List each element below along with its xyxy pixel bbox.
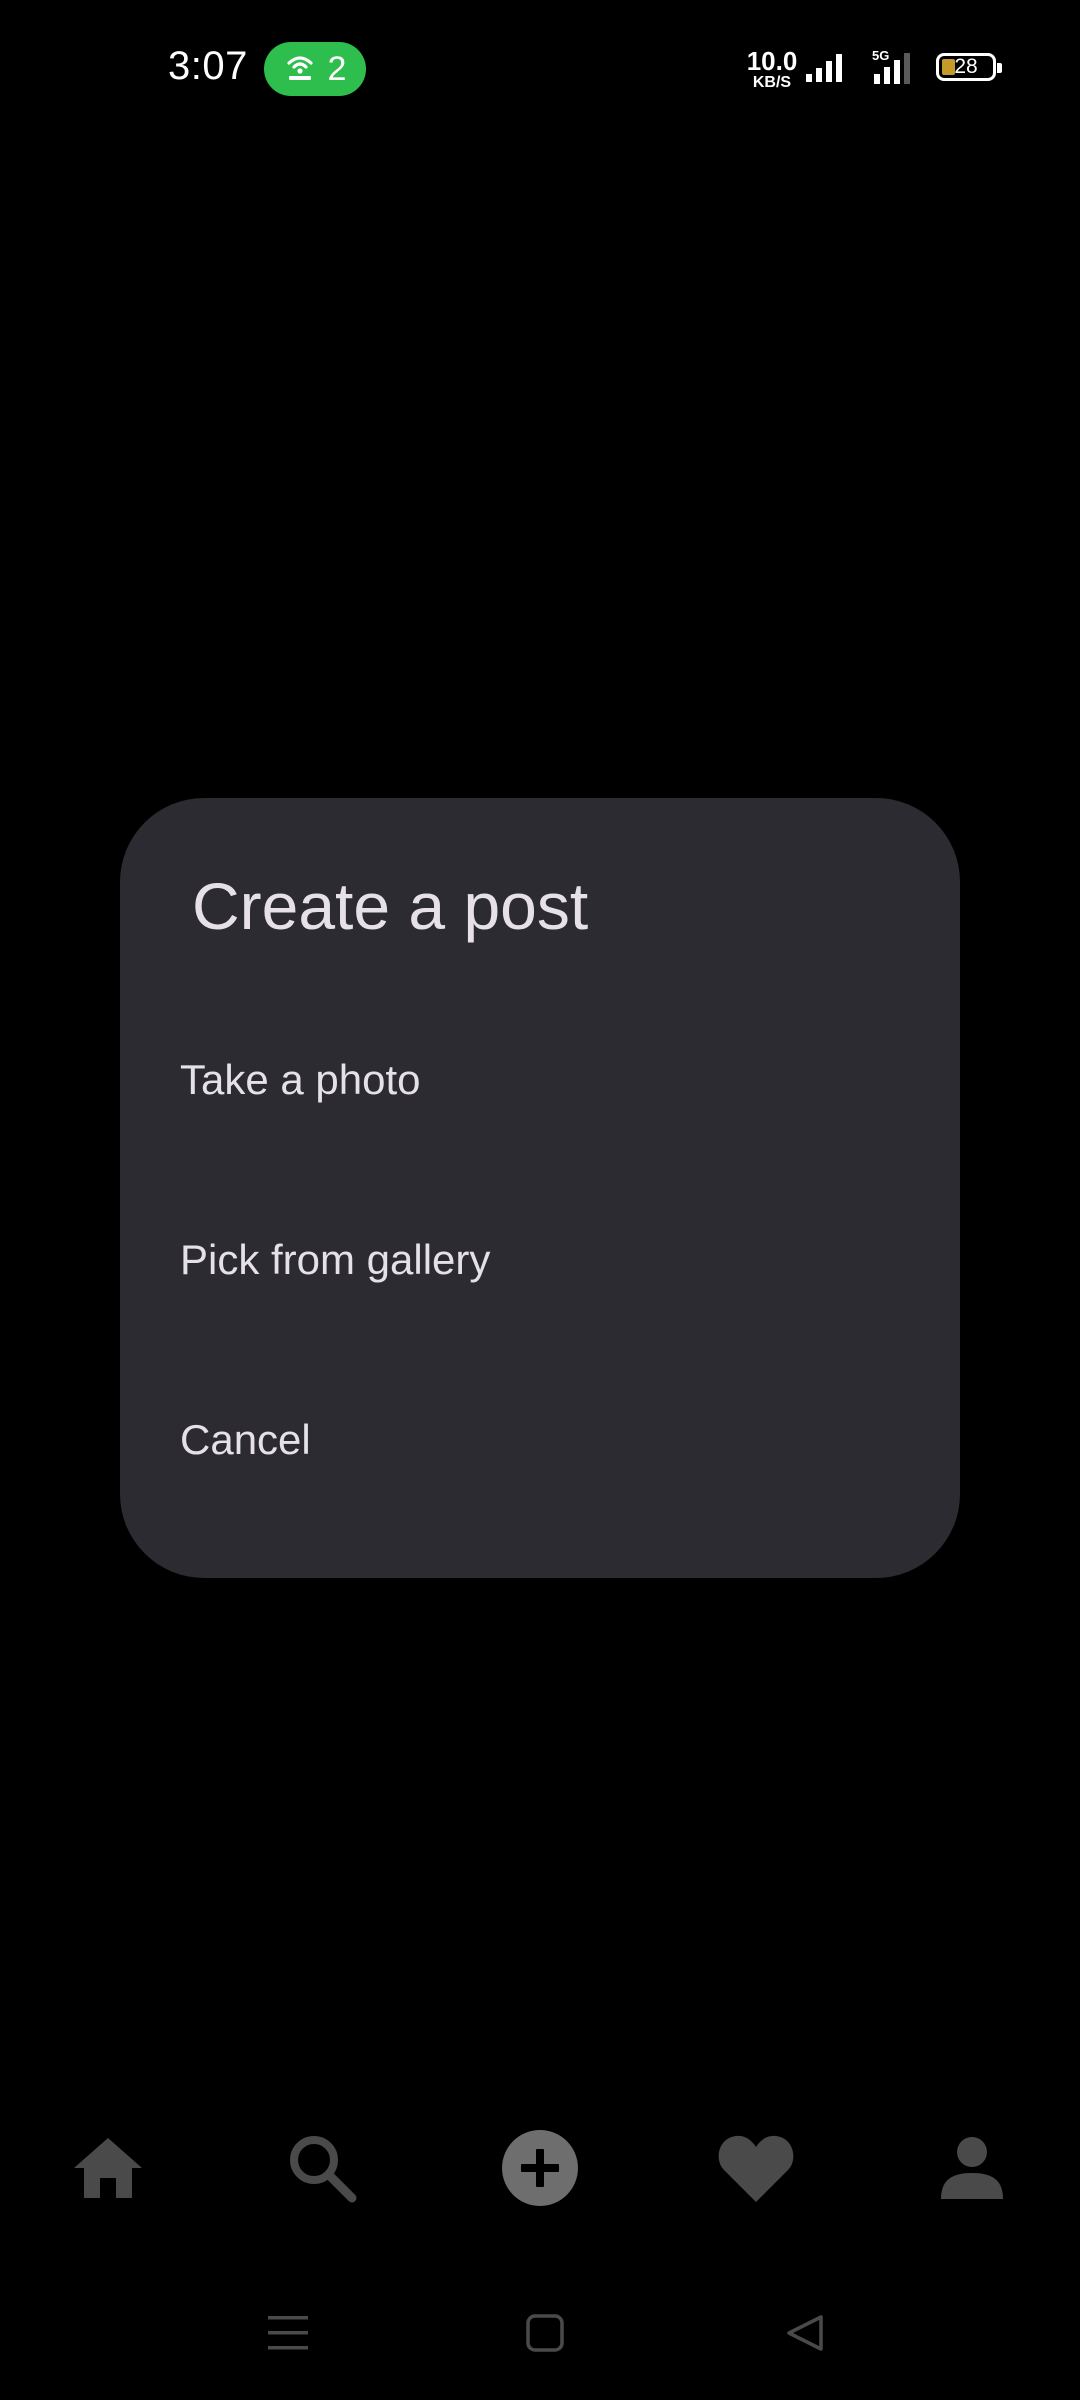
dialog-title: Create a post [192,869,589,943]
screen: 3:07 2 10.0 KB/S 5G 28 Create a post Tak… [0,0,1080,2400]
bottom-navigation [0,2110,1080,2230]
nav-search-button[interactable] [262,2110,382,2230]
nav-home-button[interactable] [48,2110,168,2230]
battery-icon: 28 [936,53,1002,81]
network-speed-value: 10.0 [746,46,798,76]
signal-strength-icon [804,52,848,89]
signal-5g-icon: 5G [868,48,920,91]
status-time: 3:07 [168,44,248,88]
battery-level: 28 [954,55,978,78]
hotspot-count: 2 [327,49,347,88]
back-triangle-icon [785,2313,825,2358]
status-bar: 3:07 2 10.0 KB/S 5G 28 [0,0,1080,140]
network-speed: 10.0 KB/S [744,48,800,91]
profile-icon [939,2135,1005,2206]
hotspot-icon [284,51,316,88]
search-icon [286,2132,358,2209]
menu-icon [268,2314,308,2357]
nav-profile-button[interactable] [912,2110,1032,2230]
heart-icon [716,2132,796,2209]
network-type-label: 5G [872,48,889,63]
take-photo-option[interactable]: Take a photo [120,1020,960,1140]
system-home-button[interactable] [500,2290,590,2380]
system-back-button[interactable] [760,2290,850,2380]
battery-tip [997,63,1002,73]
hotspot-indicator[interactable]: 2 [264,42,366,96]
nav-likes-button[interactable] [696,2110,816,2230]
cancel-option[interactable]: Cancel [120,1380,960,1500]
system-navigation [0,2290,1080,2380]
system-menu-button[interactable] [243,2290,333,2380]
create-post-dialog: Create a post Take a photo Pick from gal… [120,798,960,1578]
add-post-icon [501,2129,579,2212]
home-icon [70,2134,146,2207]
home-square-icon [525,2313,565,2358]
pick-from-gallery-option[interactable]: Pick from gallery [120,1200,960,1320]
nav-add-post-button[interactable] [480,2110,600,2230]
network-speed-unit: KB/S [752,74,792,91]
